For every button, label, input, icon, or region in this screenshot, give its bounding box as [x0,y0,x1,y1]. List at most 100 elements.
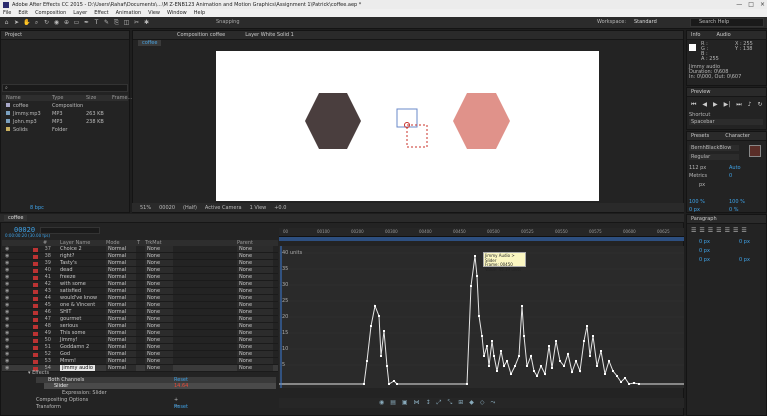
track-matte-select[interactable]: None [145,295,173,301]
layer-name[interactable]: Mmm! [60,358,76,364]
effects-row[interactable]: ▾ Effects [28,370,49,376]
show-transform-box-icon[interactable]: ▣ [402,399,408,407]
blend-mode-select[interactable]: Normal [106,358,136,364]
leading-value[interactable]: Auto [729,165,741,171]
home-icon[interactable]: ⌂ [3,19,10,26]
expression-row[interactable]: Expression: Slider [62,390,107,396]
roto-brush-tool-icon[interactable]: ✂ [133,19,140,26]
graph-editor[interactable]: 40 units 35 30 25 20 15 10 5 [279,246,684,388]
layer-name[interactable]: freeze [60,274,76,280]
bit-depth-button[interactable]: 8 bpc [30,205,44,211]
label-color-swatch[interactable] [33,311,38,315]
layer-name[interactable]: right? [60,253,74,259]
menu-help[interactable]: Help [194,10,205,16]
blend-mode-select[interactable]: Normal [106,295,136,301]
track-matte-select[interactable]: None [145,288,173,294]
transform-reset-link[interactable]: Reset [174,404,188,410]
layer-row[interactable]: ◉ 51 Goddamn 2 Normal None None [2,344,278,351]
project-item[interactable]: Jimmy.mp3 MP3 263 KB [2,110,128,117]
align-left-icon[interactable]: ☰ [691,227,696,234]
blend-mode-select[interactable]: Normal [106,344,136,350]
kerning-value[interactable]: Metrics [689,173,707,179]
visibility-eye-icon[interactable]: ◉ [5,274,9,280]
visibility-eye-icon[interactable]: ◉ [5,323,9,329]
menu-edit[interactable]: Edit [18,10,28,16]
camera-tool-icon[interactable]: ◉ [53,19,60,26]
column-type[interactable]: Type [52,95,86,101]
menu-effect[interactable]: Effect [94,10,108,16]
column-frame[interactable]: Frame... [112,95,132,101]
layer-name[interactable]: one & Vincent [60,302,95,308]
visibility-eye-icon[interactable]: ◉ [5,246,9,252]
column-name[interactable]: Name [2,95,52,101]
auto-zoom-icon[interactable]: ↕ [426,399,431,407]
parent-select[interactable]: None [237,309,273,315]
slider-value[interactable]: 14.64 [174,383,188,389]
layer-name[interactable]: Goddamn 2 [60,344,89,350]
blend-mode-select[interactable]: Normal [106,274,136,280]
visibility-eye-icon[interactable]: ◉ [5,288,9,294]
indent-left[interactable]: 0 px [699,239,710,245]
parent-select[interactable]: None [237,302,273,308]
blend-mode-select[interactable]: Normal [106,246,136,252]
separate-dimensions-icon[interactable]: ⊞ [458,399,463,407]
puppet-tool-icon[interactable]: ✱ [143,19,150,26]
label-color-swatch[interactable] [33,318,38,322]
align-right-icon[interactable]: ☰ [708,227,713,234]
layer-row[interactable]: ◉ 41 freeze Normal None None [2,274,278,281]
stroke-units[interactable]: px [699,182,705,188]
blend-mode-select[interactable]: Normal [106,323,136,329]
align-center-icon[interactable]: ☰ [699,227,704,234]
show-properties-icon[interactable]: ◉ [379,399,384,407]
breadcrumb[interactable]: coffee [138,40,162,46]
fit-all-icon[interactable]: ⤡ [447,399,452,407]
space-before[interactable]: 0 px [699,257,710,263]
font-style-select[interactable]: Regular [689,154,739,160]
justify-left-icon[interactable]: ☰ [716,227,721,234]
close-button[interactable]: × [760,0,765,9]
menu-layer[interactable]: Layer [73,10,87,16]
layer-row[interactable]: ◉ 53 Mmm! Normal None None [2,358,278,365]
justify-center-icon[interactable]: ☰ [725,227,730,234]
track-matte-select[interactable]: None [145,281,173,287]
track-matte-select[interactable]: None [145,274,173,280]
label-color-swatch[interactable] [33,283,38,287]
label-color-swatch[interactable] [33,360,38,364]
layer-row[interactable]: ◉ 48 serious Normal None None [2,323,278,330]
menu-window[interactable]: Window [167,10,187,16]
tab-project[interactable]: Project [1,31,129,40]
blend-mode-select[interactable]: Normal [106,330,136,336]
snapping-toggle[interactable]: Snapping [216,19,240,25]
track-matte-select[interactable]: None [145,260,173,266]
justify-right-icon[interactable]: ☰ [733,227,738,234]
easy-ease-icon[interactable]: ⤳ [491,399,496,407]
visibility-eye-icon[interactable]: ◉ [5,302,9,308]
parent-select[interactable]: None [237,267,273,273]
menu-animation[interactable]: Animation [116,10,142,16]
layer-row[interactable]: ◉ 39 Tasty's Normal None None [2,260,278,267]
layer-row[interactable]: ◉ 47 gourmet Normal None None [2,316,278,323]
blend-mode-select[interactable]: Normal [106,309,136,315]
parent-select[interactable]: None [237,281,273,287]
resolution-select[interactable]: (Half) [183,205,197,211]
parent-select[interactable]: None [237,274,273,280]
layer-name[interactable]: Jimmy! [60,337,78,343]
tab-composition[interactable]: Composition coffee [137,31,225,39]
rectangle-tool-icon[interactable]: ▭ [73,19,80,26]
space-after[interactable]: 0 px [739,257,750,263]
exposure-value[interactable]: +0.0 [274,205,286,211]
track-matte-select[interactable]: None [145,246,173,252]
parent-select[interactable]: None [237,246,273,252]
audio-icon[interactable]: ♪ [748,101,752,109]
pan-behind-tool-icon[interactable]: ⊕ [63,19,70,26]
justify-all-icon[interactable]: ☰ [741,227,746,234]
shortcut-select[interactable]: Spacebar [689,119,763,125]
tab-character[interactable]: Character [725,132,750,140]
layer-row[interactable]: ◉ 38 right? Normal None None [2,253,278,260]
next-frame-icon[interactable]: ▶| [724,101,731,109]
snap-icon[interactable]: ⋈ [414,399,420,407]
track-matte-select[interactable]: None [145,330,173,336]
visibility-eye-icon[interactable]: ◉ [5,344,9,350]
label-color-swatch[interactable] [33,332,38,336]
layer-row[interactable]: ◉ 43 satisfied Normal None None [2,288,278,295]
